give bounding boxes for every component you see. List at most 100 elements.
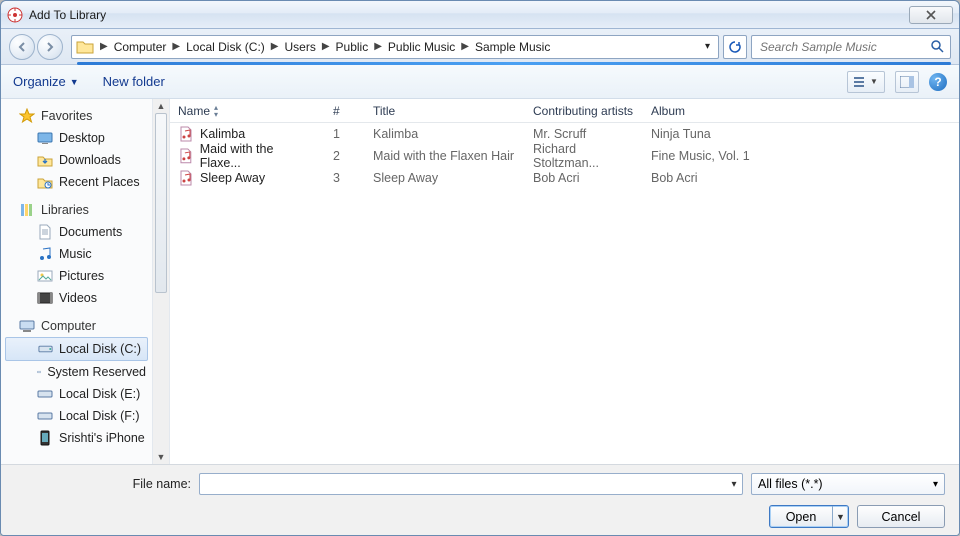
body: Favorites Desktop Downloads Recent Place… <box>1 99 959 465</box>
nav-item-local-disk-f[interactable]: Local Disk (F:) <box>1 405 152 427</box>
chevron-right-icon: ▶ <box>96 41 112 52</box>
nav-group-favorites[interactable]: Favorites <box>1 105 152 127</box>
audio-file-icon <box>178 126 194 142</box>
nav-item-desktop[interactable]: Desktop <box>1 127 152 149</box>
nav-group-label: Favorites <box>41 109 92 123</box>
nav-item-system-reserved[interactable]: System Reserved <box>1 361 152 383</box>
file-album: Bob Acri <box>643 167 959 189</box>
filename-combobox[interactable]: ▾ <box>199 473 743 495</box>
file-type-filter[interactable]: All files (*.*) ▾ <box>751 473 945 495</box>
chevron-right-icon: ▶ <box>370 41 386 52</box>
search-input[interactable] <box>758 39 931 55</box>
file-name: Maid with the Flaxe... <box>200 142 316 170</box>
breadcrumb-dropdown[interactable]: ▾ <box>701 41 714 52</box>
open-split-dropdown[interactable]: ▼ <box>832 506 848 527</box>
search-icon <box>931 40 944 53</box>
nav-item-iphone[interactable]: Srishti's iPhone <box>1 427 152 449</box>
breadcrumb-item[interactable]: Local Disk (C:) <box>184 38 267 56</box>
breadcrumb-item[interactable]: Public Music <box>386 38 457 56</box>
breadcrumb-item[interactable]: Sample Music <box>473 38 552 56</box>
new-folder-button[interactable]: New folder <box>103 74 165 89</box>
nav-item-label: Music <box>59 247 92 261</box>
col-album[interactable]: Album <box>643 99 959 122</box>
audio-file-icon <box>178 170 194 186</box>
file-track-number: 1 <box>325 123 365 145</box>
scroll-thumb[interactable] <box>155 113 167 293</box>
nav-item-label: Local Disk (C:) <box>59 342 141 356</box>
filter-label: All files (*.*) <box>758 477 823 491</box>
refresh-button[interactable] <box>723 35 747 59</box>
col-label: Name <box>178 104 210 118</box>
breadcrumb-item[interactable]: Users <box>282 38 317 56</box>
help-button[interactable]: ? <box>929 73 947 91</box>
preview-pane-button[interactable] <box>895 71 919 93</box>
file-list: Name ▴▾ # Title Contributing artists Alb… <box>170 99 959 464</box>
nav-item-label: Desktop <box>59 131 105 145</box>
nav-item-label: Local Disk (E:) <box>59 387 140 401</box>
audio-file-icon <box>178 148 194 164</box>
scroll-up-icon[interactable]: ▲ <box>153 99 169 113</box>
chevron-right-icon: ▶ <box>168 41 184 52</box>
nav-group-label: Libraries <box>41 203 89 217</box>
col-title[interactable]: Title <box>365 99 525 122</box>
nav-item-recent[interactable]: Recent Places <box>1 171 152 193</box>
filename-input[interactable] <box>200 477 726 491</box>
breadcrumb-item[interactable]: Computer <box>112 38 169 56</box>
nav-item-label: Srishti's iPhone <box>59 431 145 445</box>
search-box[interactable] <box>751 35 951 59</box>
nav-item-music[interactable]: Music <box>1 243 152 265</box>
nav-item-local-disk-c[interactable]: Local Disk (C:) <box>5 337 148 361</box>
file-title: Kalimba <box>365 123 525 145</box>
cancel-button[interactable]: Cancel <box>857 505 945 528</box>
file-track-number: 3 <box>325 167 365 189</box>
open-button[interactable]: Open ▼ <box>769 505 849 528</box>
nav-item-label: Pictures <box>59 269 104 283</box>
file-album: Fine Music, Vol. 1 <box>643 145 959 167</box>
nav-item-videos[interactable]: Videos <box>1 287 152 309</box>
open-label: Open <box>770 510 832 524</box>
toolbar: Organize ▼ New folder ▼ ? <box>1 65 959 99</box>
organize-label: Organize <box>13 74 66 89</box>
chevron-right-icon: ▶ <box>318 41 334 52</box>
breadcrumb-item[interactable]: Public <box>334 38 371 56</box>
file-row[interactable]: Sleep Away 3 Sleep Away Bob Acri Bob Acr… <box>170 167 959 189</box>
address-bar: ▶ Computer ▶ Local Disk (C:) ▶ Users ▶ P… <box>1 29 959 65</box>
scroll-down-icon[interactable]: ▼ <box>153 450 169 464</box>
breadcrumb[interactable]: ▶ Computer ▶ Local Disk (C:) ▶ Users ▶ P… <box>71 35 719 59</box>
dialog-footer: File name: ▾ All files (*.*) ▾ Open ▼ Ca… <box>1 465 959 536</box>
nav-item-label: Videos <box>59 291 97 305</box>
chevron-down-icon: ▾ <box>933 479 938 490</box>
nav-item-pictures[interactable]: Pictures <box>1 265 152 287</box>
dialog-window: Add To Library ▶ Computer ▶ Local Disk (… <box>0 0 960 536</box>
column-headers: Name ▴▾ # Title Contributing artists Alb… <box>170 99 959 123</box>
nav-item-label: Downloads <box>59 153 121 167</box>
col-number[interactable]: # <box>325 99 365 122</box>
view-options-button[interactable]: ▼ <box>847 71 885 93</box>
back-button[interactable] <box>9 34 35 60</box>
filename-dropdown[interactable]: ▾ <box>726 479 742 490</box>
nav-item-label: Documents <box>59 225 122 239</box>
file-album: Ninja Tuna <box>643 123 959 145</box>
chevron-right-icon: ▶ <box>267 41 283 52</box>
file-artist: Bob Acri <box>525 167 643 189</box>
file-name: Kalimba <box>200 127 245 141</box>
nav-group-libraries[interactable]: Libraries <box>1 199 152 221</box>
chevron-right-icon: ▶ <box>457 41 473 52</box>
nav-item-downloads[interactable]: Downloads <box>1 149 152 171</box>
nav-scrollbar[interactable]: ▲ ▼ <box>153 99 170 464</box>
nav-group-label: Computer <box>41 319 96 333</box>
nav-group-computer[interactable]: Computer <box>1 315 152 337</box>
col-name[interactable]: Name ▴▾ <box>170 99 325 122</box>
nav-item-label: System Reserved <box>47 365 146 379</box>
col-artist[interactable]: Contributing artists <box>525 99 643 122</box>
nav-item-label: Local Disk (F:) <box>59 409 140 423</box>
forward-button[interactable] <box>37 34 63 60</box>
file-row[interactable]: Maid with the Flaxe... 2 Maid with the F… <box>170 145 959 167</box>
nav-item-local-disk-e[interactable]: Local Disk (E:) <box>1 383 152 405</box>
sort-indicator-icon: ▴▾ <box>214 104 217 118</box>
organize-menu[interactable]: Organize ▼ <box>13 74 79 89</box>
app-icon <box>7 7 23 23</box>
file-artist: Richard Stoltzman... <box>525 145 643 167</box>
nav-item-documents[interactable]: Documents <box>1 221 152 243</box>
close-button[interactable] <box>909 6 953 24</box>
